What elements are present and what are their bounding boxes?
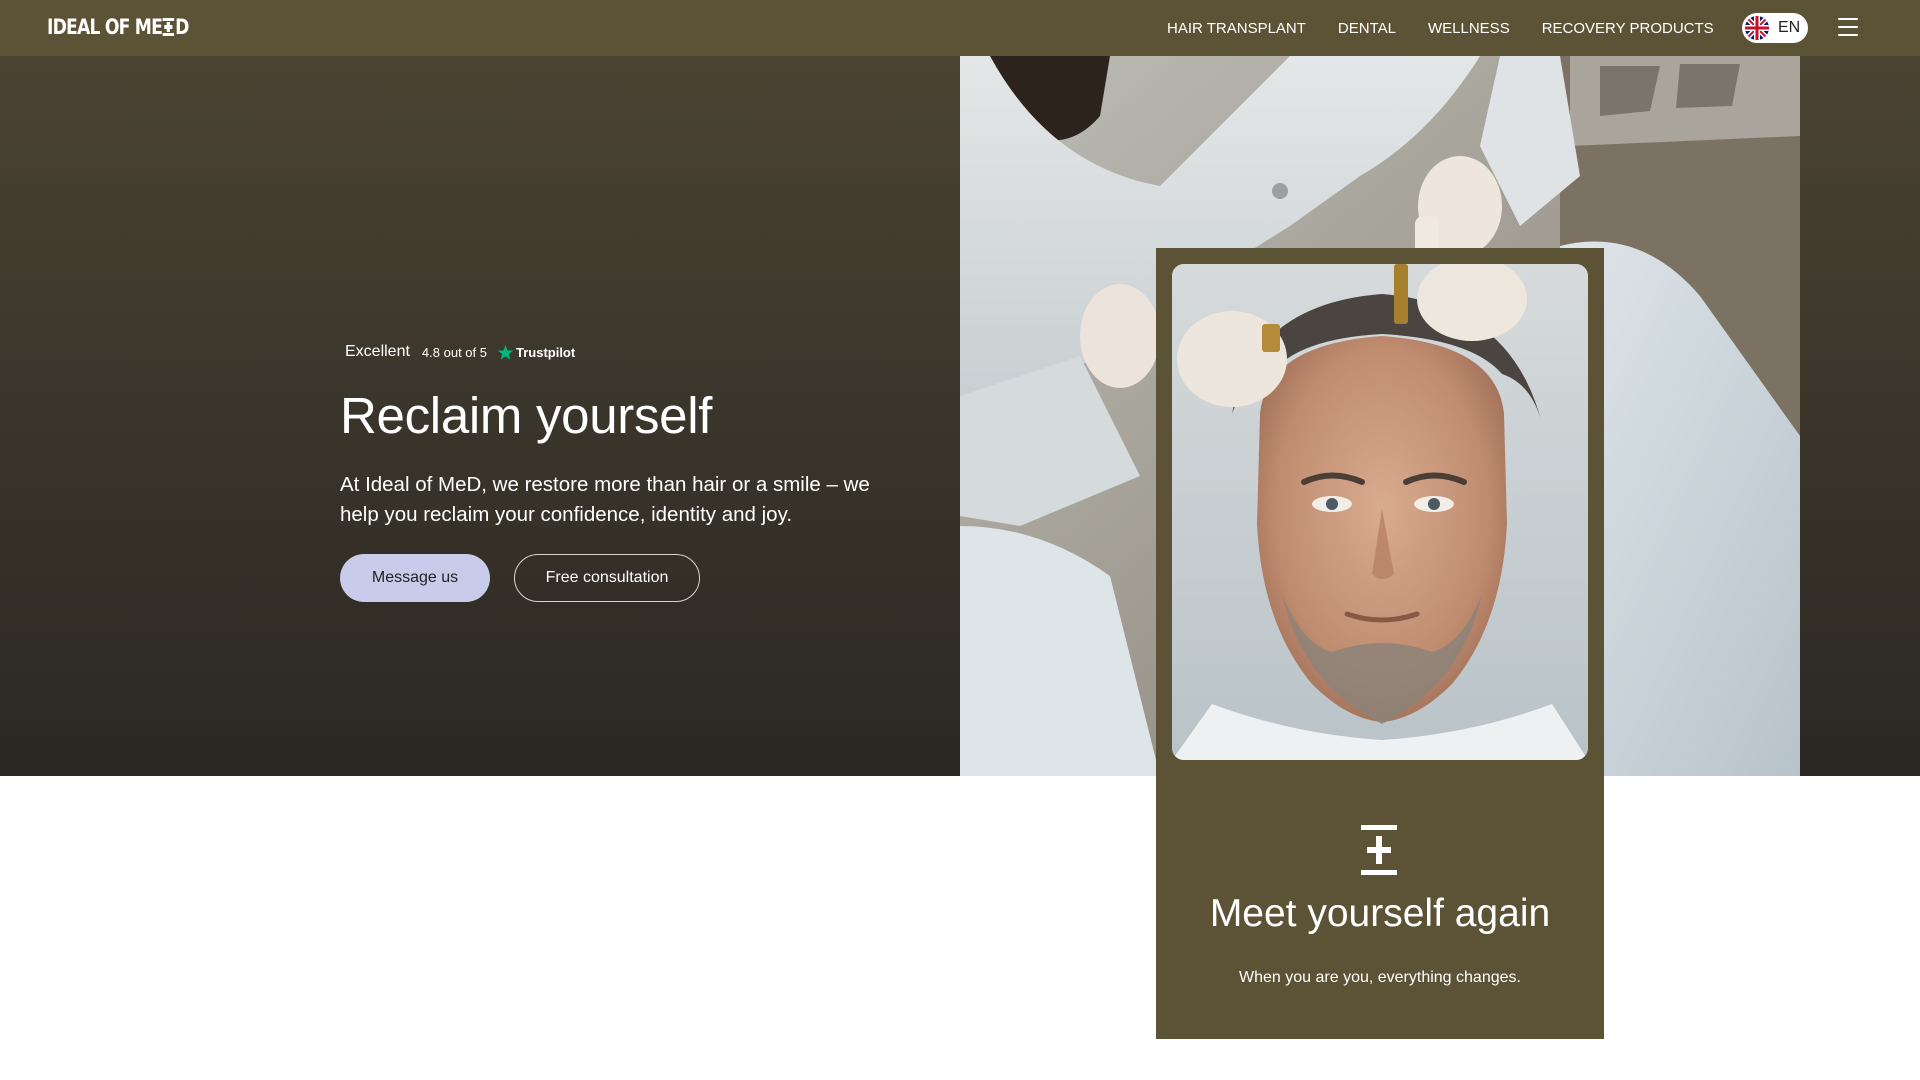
patient-portrait-illustration [1172,264,1588,760]
card-title: Meet yourself again [1209,892,1551,935]
nav-dental[interactable]: DENTAL [1338,20,1396,37]
logo-cross-icon [162,18,175,36]
hero-title: Reclaim yourself [340,387,713,444]
patient-portrait-photo [1172,264,1588,760]
language-code: EN [1778,19,1801,36]
nav-hair-transplant[interactable]: HAIR TRANSPLANT [1167,20,1306,37]
language-selector[interactable]: EN [1742,13,1808,43]
hero-section: Excellent 4.8 out of 5 Trustpilot Reclai… [0,56,1920,776]
rating-score: 4.8 out of 5 [421,344,487,360]
nav-wellness[interactable]: WELLNESS [1428,20,1510,37]
free-consultation-button[interactable]: Free consultation [514,554,700,602]
hamburger-menu-icon[interactable] [1838,18,1858,36]
nav-recovery-products[interactable]: RECOVERY PRODUCTS [1542,20,1714,37]
logo-text-right: D [175,15,189,39]
brand-cross-icon [1361,825,1397,875]
trustpilot-rating[interactable]: Excellent 4.8 out of 5 Trustpilot [345,343,575,361]
trustpilot-star-icon [497,344,514,360]
message-us-button[interactable]: Message us [340,554,490,602]
main-nav: HAIR TRANSPLANT DENTAL WELLNESS RECOVERY… [1167,0,1746,56]
brand-logo[interactable]: IDEAL OF ME D [47,15,189,39]
site-header: IDEAL OF ME D HAIR TRANSPLANT DENTAL WEL… [0,0,1920,56]
card-subtitle: When you are you, everything changes. [1239,969,1521,986]
rating-source: Trustpilot [515,344,576,360]
hero-subtitle: At Ideal of MeD, we restore more than ha… [340,473,870,526]
uk-flag-icon [1745,16,1769,40]
promo-card: Meet yourself again When you are you, ev… [1156,248,1604,1039]
logo-text-left: IDEAL OF ME [47,15,163,39]
rating-word: Excellent [345,343,410,360]
